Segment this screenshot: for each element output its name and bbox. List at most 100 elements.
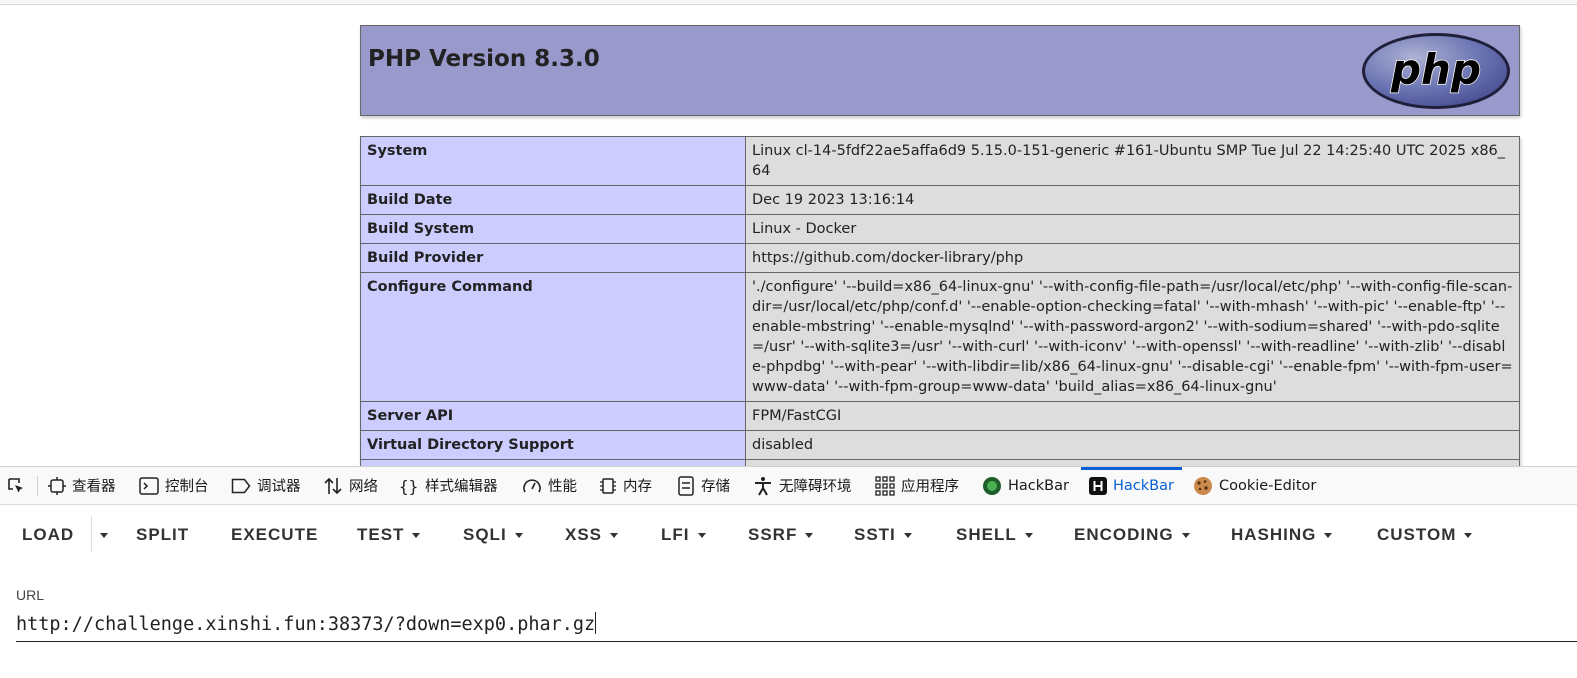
ssti-label: SSTI <box>854 525 896 544</box>
execute-button[interactable]: EXECUTE <box>231 504 318 566</box>
hackbar-menu: LOAD SPLIT EXECUTE TEST SQLI XSS LFI SSR… <box>0 504 1577 566</box>
element-picker-button[interactable] <box>6 467 26 504</box>
debugger-icon <box>231 478 251 493</box>
application-icon <box>875 475 895 496</box>
ssrf-label: SSRF <box>748 525 798 544</box>
test-label: TEST <box>357 525 405 544</box>
performance-icon <box>523 478 541 492</box>
info-value: https://github.com/docker-library/php <box>745 243 1520 273</box>
sqli-label: SQLI <box>463 525 507 544</box>
ssti-menu-button[interactable]: SSTI <box>854 504 912 566</box>
info-row: Build Provider https://github.com/docker-… <box>360 243 1520 273</box>
tab-memory[interactable]: 内存 <box>599 467 652 504</box>
tab-separator <box>37 476 38 496</box>
hashing-menu-button[interactable]: HASHING <box>1231 504 1333 566</box>
chevron-down-icon <box>100 532 108 538</box>
custom-menu-button[interactable]: CUSTOM <box>1377 504 1473 566</box>
page-title: PHP Version 8.3.0 <box>368 46 600 72</box>
svg-text:php: php <box>1390 45 1481 94</box>
tab-performance[interactable]: 性能 <box>522 467 577 504</box>
php-info-table: System Linux cl-14-5fdf22ae5affa6d9 5.15.… <box>360 136 1520 466</box>
tab-application[interactable]: 应用程序 <box>875 467 959 504</box>
tab-label: HackBar <box>1113 477 1174 494</box>
info-key: System <box>360 136 746 186</box>
hashing-label: HASHING <box>1231 525 1317 544</box>
style-editor-icon: {} <box>399 477 418 495</box>
info-value: Linux - Docker <box>745 214 1520 244</box>
shell-menu-button[interactable]: SHELL <box>956 504 1033 566</box>
info-key: Build Provider <box>360 243 746 273</box>
test-menu-button[interactable]: TEST <box>357 504 421 566</box>
accessibility-icon <box>755 476 771 495</box>
info-value: Dec 19 2023 13:16:14 <box>745 185 1520 215</box>
chevron-down-icon <box>903 532 912 538</box>
tab-label: 无障碍环境 <box>779 479 852 495</box>
php-logo-icon: php <box>1362 33 1510 109</box>
chevron-down-icon <box>1181 532 1190 538</box>
chevron-down-icon <box>1024 532 1033 538</box>
shell-label: SHELL <box>956 525 1017 544</box>
info-value: FPM/FastCGI <box>745 401 1520 431</box>
lfi-label: LFI <box>661 525 690 544</box>
info-key: Virtual Directory Support <box>360 430 746 460</box>
info-value: './configure' '--build=x86_64-linux-gnu'… <box>745 272 1520 402</box>
url-value: http://challenge.xinshi.fun:38373/?down=… <box>16 614 596 635</box>
load-separator <box>91 516 92 552</box>
memory-icon <box>600 477 616 494</box>
tab-network[interactable]: 网络 <box>323 467 378 504</box>
info-key: Configure Command <box>360 272 746 402</box>
tab-label: HackBar <box>1008 477 1069 494</box>
tab-label: 网络 <box>349 479 378 495</box>
tab-storage[interactable]: 存储 <box>677 467 730 504</box>
tab-style-editor[interactable]: {} 样式编辑器 <box>399 467 498 504</box>
info-row: Server API FPM/FastCGI <box>360 401 1520 431</box>
tab-label: 样式编辑器 <box>425 479 498 495</box>
network-icon <box>324 477 342 494</box>
info-key: Server API <box>360 401 746 431</box>
split-button[interactable]: SPLIT <box>136 504 189 566</box>
info-value: disabled <box>745 430 1520 460</box>
tab-console[interactable]: 控制台 <box>139 467 209 504</box>
tab-label: 性能 <box>548 479 577 495</box>
info-value: Linux cl-14-5fdf22ae5affa6d9 5.15.0-151-… <box>745 136 1520 186</box>
tab-label: Cookie-Editor <box>1219 477 1317 494</box>
tab-hackbar-1[interactable]: HackBar <box>982 467 1069 504</box>
chevron-down-icon <box>412 532 421 538</box>
info-row: Virtual Directory Support disabled <box>360 430 1520 460</box>
tab-label: 存储 <box>701 479 730 495</box>
url-label: URL <box>16 587 45 603</box>
load-dropdown-button[interactable] <box>98 504 108 566</box>
chevron-down-icon <box>610 532 619 538</box>
info-key: Build Date <box>360 185 746 215</box>
sqli-menu-button[interactable]: SQLI <box>463 504 523 566</box>
info-row: System Linux cl-14-5fdf22ae5affa6d9 5.15.… <box>360 136 1520 186</box>
tab-label: 调试器 <box>257 479 301 495</box>
load-button[interactable]: LOAD <box>22 504 74 566</box>
devtools-tabbar: 查看器 控制台 调试器 网络 {} 样式编辑器 性能 内存 存储 无障碍环境 应… <box>0 467 1577 505</box>
tab-label: 查看器 <box>72 479 116 495</box>
tab-label: 内存 <box>623 479 652 495</box>
tab-cookie-editor[interactable]: Cookie-Editor <box>1193 467 1316 504</box>
encoding-menu-button[interactable]: ENCODING <box>1074 504 1190 566</box>
ssrf-menu-button[interactable]: SSRF <box>748 504 814 566</box>
tab-debugger[interactable]: 调试器 <box>231 467 301 504</box>
tab-accessibility[interactable]: 无障碍环境 <box>753 467 852 504</box>
tab-inspector[interactable]: 查看器 <box>48 467 116 504</box>
tab-hackbar-2[interactable]: HackBar <box>1081 467 1182 504</box>
load-label: LOAD <box>22 525 75 544</box>
element-picker-icon <box>8 477 23 492</box>
lfi-menu-button[interactable]: LFI <box>661 504 706 566</box>
encoding-label: ENCODING <box>1074 525 1174 544</box>
tab-label: 应用程序 <box>901 479 959 495</box>
inspector-icon <box>48 476 66 495</box>
info-row: Build System Linux - Docker <box>360 214 1520 244</box>
tab-label: 控制台 <box>165 479 209 495</box>
svg-text:{}: {} <box>399 477 418 495</box>
info-row: Configure Command './configure' '--build=… <box>360 272 1520 402</box>
chevron-down-icon <box>1464 532 1473 538</box>
chevron-down-icon <box>805 532 814 538</box>
split-label: SPLIT <box>136 525 190 544</box>
xss-menu-button[interactable]: XSS <box>565 504 619 566</box>
info-row: Build Date Dec 19 2023 13:16:14 <box>360 185 1520 215</box>
url-input[interactable]: http://challenge.xinshi.fun:38373/?down=… <box>16 609 1577 642</box>
